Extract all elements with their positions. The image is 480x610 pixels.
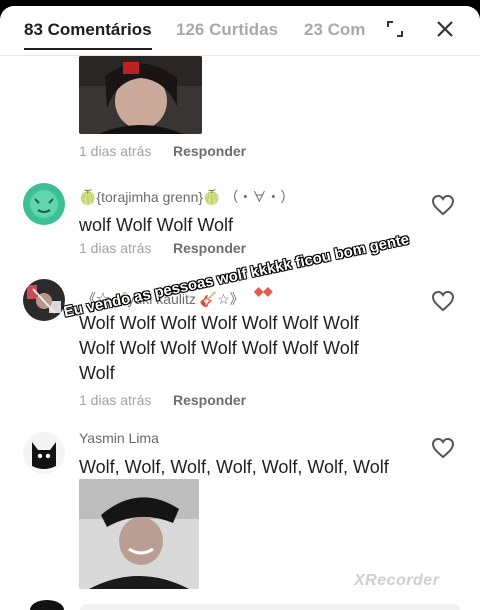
- heart-icon[interactable]: [430, 289, 456, 313]
- tab-shares[interactable]: 23 Com: [304, 20, 365, 40]
- comment-username[interactable]: 🍈{torajimha grenn}🍈 （・∀・）: [79, 187, 294, 207]
- reply-button[interactable]: Responder: [173, 143, 246, 159]
- comment-date: 1 dias atrás: [79, 143, 152, 159]
- comment-image[interactable]: [79, 56, 202, 134]
- comment-date: 1 dias atrás: [79, 392, 152, 408]
- tab-likes[interactable]: 126 Curtidas: [176, 20, 278, 40]
- comment-date: 1 dias atrás: [79, 240, 152, 256]
- avatar[interactable]: [23, 183, 65, 225]
- comment-username[interactable]: Yasmin Lima: [79, 430, 159, 446]
- reply-button[interactable]: Responder: [173, 240, 246, 256]
- comments-header: 83 Comentários 126 Curtidas 23 Com: [0, 6, 480, 56]
- comment-text: Wolf, Wolf, Wolf, Wolf, Wolf, Wolf, Wolf: [79, 457, 389, 477]
- comment-text: Wolf Wolf Wolf Wolf Wolf Wolf Wolf Wolf …: [79, 313, 359, 383]
- avatar[interactable]: [30, 600, 64, 610]
- expand-icon[interactable]: [384, 18, 406, 40]
- heart-icon[interactable]: [430, 436, 456, 460]
- close-icon[interactable]: [434, 18, 456, 40]
- header-divider: [0, 55, 480, 56]
- sticker-decoration: ◆◆: [254, 284, 273, 298]
- recorder-watermark: XRecorder: [354, 572, 440, 589]
- heart-icon[interactable]: [430, 193, 456, 217]
- comment-image[interactable]: [79, 479, 199, 589]
- reply-button[interactable]: Responder: [173, 392, 246, 408]
- comment-input[interactable]: [80, 604, 460, 610]
- tab-comments[interactable]: 83 Comentários: [24, 20, 152, 50]
- comment-text: wolf Wolf Wolf Wolf: [79, 215, 234, 235]
- avatar[interactable]: [23, 279, 65, 321]
- comments-sheet: 83 Comentários 126 Curtidas 23 Com 1 dia…: [0, 6, 480, 610]
- avatar[interactable]: [23, 432, 65, 474]
